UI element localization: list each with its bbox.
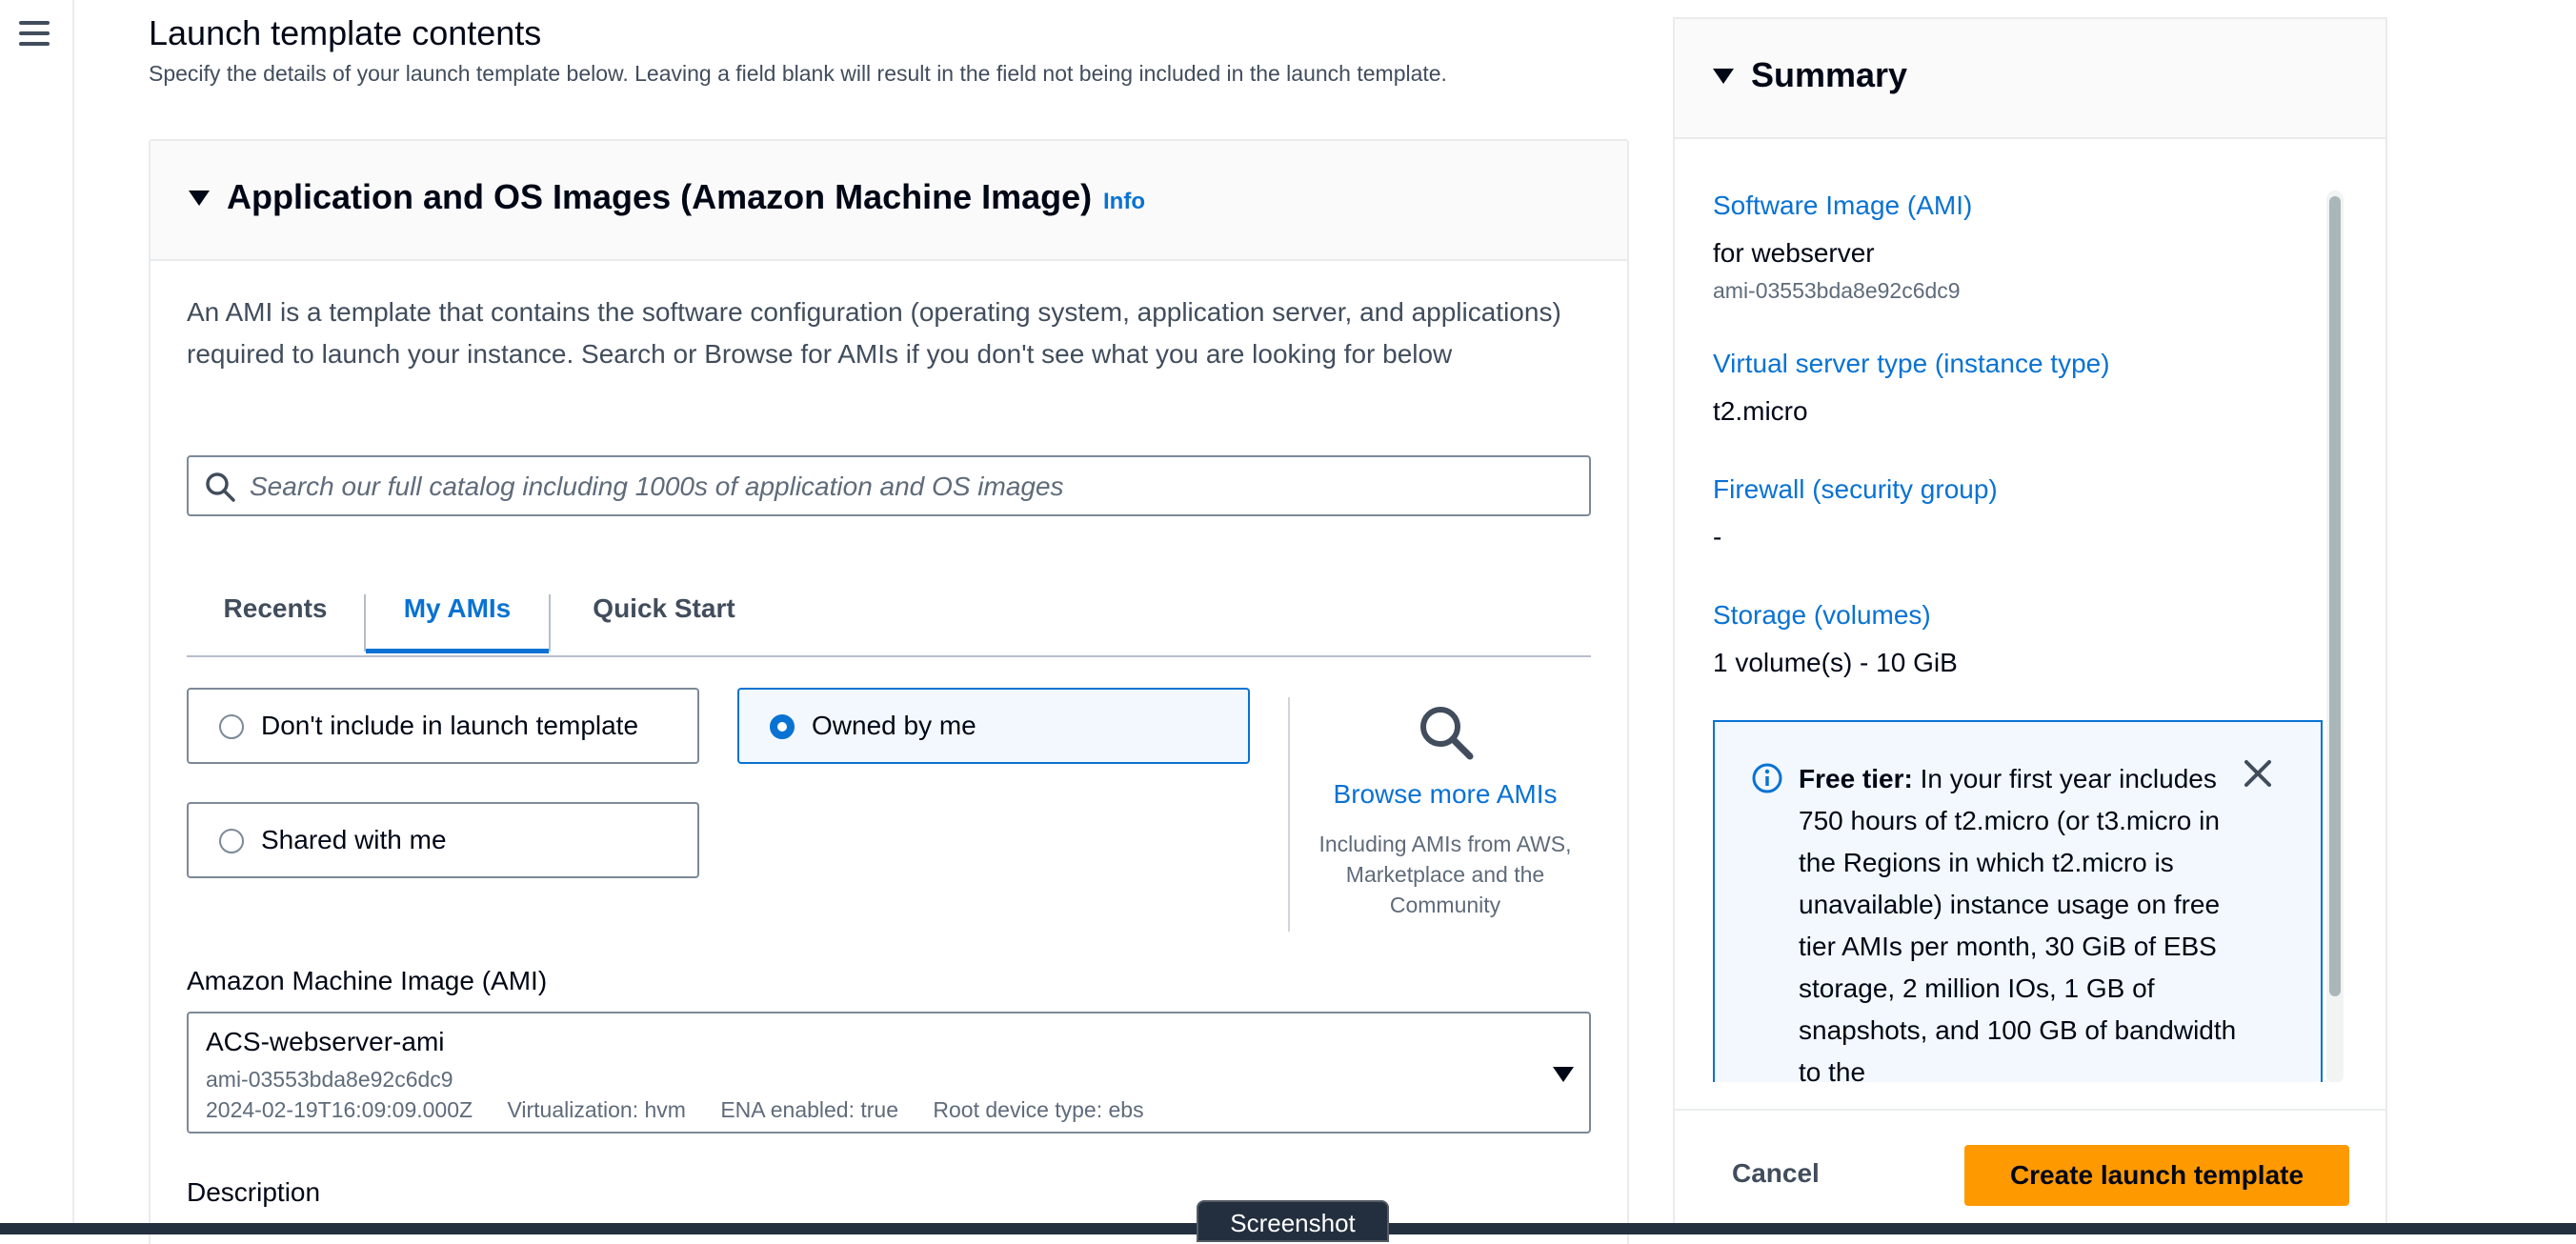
radio-dont-include[interactable]: [219, 714, 244, 739]
ami-select[interactable]: ACS-webserver-ami ami-03553bda8e92c6dc9 …: [187, 1012, 1591, 1134]
radio-shared-with-me[interactable]: [219, 829, 244, 853]
summary-scroll-thumb[interactable]: [2329, 196, 2341, 996]
browse-more-amis-subtitle: Including AMIs from AWS, Marketplace and…: [1318, 832, 1572, 917]
option-dont-include-label: Don't include in launch template: [261, 711, 639, 740]
ami-section-header[interactable]: Application and OS Images (Amazon Machin…: [151, 141, 1627, 261]
ami-name: ACS-webserver-ami: [206, 1027, 445, 1056]
info-link[interactable]: Info: [1103, 189, 1145, 215]
create-launch-template-button[interactable]: Create launch template: [1964, 1145, 2349, 1206]
ami-metadata: 2024-02-19T16:09:09.000Z Virtualization:…: [206, 1097, 1173, 1123]
storage-link[interactable]: Storage (volumes): [1713, 600, 1931, 631]
option-shared-with-me-label: Shared with me: [261, 825, 447, 854]
summary-title: Summary: [1751, 55, 1908, 94]
ami-id: ami-03553bda8e92c6dc9: [206, 1067, 453, 1092]
search-icon: [206, 472, 235, 502]
close-icon[interactable]: [2241, 756, 2275, 791]
ami-search-input[interactable]: [248, 465, 1576, 509]
tab-recents[interactable]: Recents: [187, 568, 364, 653]
ami-section-panel: Application and OS Images (Amazon Machin…: [149, 139, 1629, 1244]
option-owned-by-me[interactable]: Owned by me: [737, 688, 1250, 764]
tab-my-amis[interactable]: My AMIs: [366, 568, 549, 653]
radio-owned-by-me[interactable]: [770, 714, 795, 739]
screenshot-tooltip: Screenshot: [1197, 1200, 1389, 1242]
instance-type-value: t2.micro: [1713, 396, 1808, 426]
firewall-value: -: [1713, 522, 1722, 552]
free-tier-body: In your first year includes 750 hours of…: [1799, 764, 2237, 1082]
summary-caret-down-icon[interactable]: [1713, 69, 1734, 84]
info-circle-icon: [1752, 763, 1782, 793]
ami-search-box[interactable]: [187, 455, 1591, 516]
software-image-value: for webserver: [1713, 238, 1875, 268]
instance-type-link[interactable]: Virtual server type (instance type): [1713, 349, 2110, 379]
summary-panel: Summary Software Image (AMI) for webserv…: [1673, 17, 2387, 1242]
description-field-label: Description: [187, 1177, 321, 1207]
software-image-link[interactable]: Software Image (AMI): [1713, 191, 1972, 221]
storage-value: 1 volume(s) - 10 GiB: [1713, 648, 1958, 677]
option-dont-include[interactable]: Don't include in launch template: [187, 688, 699, 764]
browse-more-amis-link[interactable]: Browse more AMIs: [1294, 779, 1597, 810]
page-title: Launch template contents: [149, 13, 542, 52]
dropdown-caret-icon[interactable]: [1553, 1067, 1574, 1082]
vertical-divider: [1288, 697, 1290, 932]
summary-scrollbar[interactable]: [2326, 191, 2344, 1082]
software-image-id: ami-03553bda8e92c6dc9: [1713, 278, 1961, 303]
cancel-button[interactable]: Cancel: [1732, 1158, 1820, 1189]
ami-section-title: Application and OS Images (Amazon Machin…: [227, 177, 1093, 216]
summary-body: Software Image (AMI) for webserver ami-0…: [1675, 139, 2385, 1082]
summary-footer: Cancel Create launch template: [1675, 1109, 2385, 1242]
ami-description: An AMI is a template that contains the s…: [187, 297, 1561, 369]
option-owned-by-me-label: Owned by me: [812, 711, 976, 740]
tab-quick-start[interactable]: Quick Start: [551, 568, 777, 653]
firewall-link[interactable]: Firewall (security group): [1713, 474, 1998, 505]
hamburger-menu-icon[interactable]: [19, 21, 50, 46]
free-tier-title: Free tier:: [1799, 764, 1913, 793]
side-navigation-rail: [0, 0, 74, 1234]
ami-tabs: Recents My AMIs Quick Start: [187, 568, 1591, 657]
page-description: Specify the details of your launch templ…: [149, 61, 1447, 86]
ami-field-label: Amazon Machine Image (AMI): [187, 966, 548, 995]
ami-date: 2024-02-19T16:09:09.000Z: [206, 1097, 473, 1122]
option-shared-with-me[interactable]: Shared with me: [187, 802, 699, 878]
summary-header[interactable]: Summary: [1675, 19, 2385, 139]
free-tier-text: Free tier: In your first year includes 7…: [1799, 758, 2246, 1082]
caret-down-icon[interactable]: [189, 191, 210, 206]
ami-virtualization: Virtualization: hvm: [507, 1097, 686, 1122]
magnifier-icon: [1420, 707, 1474, 760]
ami-root-device: Root device type: ebs: [933, 1097, 1144, 1122]
free-tier-alert: Free tier: In your first year includes 7…: [1713, 720, 2323, 1082]
ami-ena: ENA enabled: true: [720, 1097, 899, 1122]
